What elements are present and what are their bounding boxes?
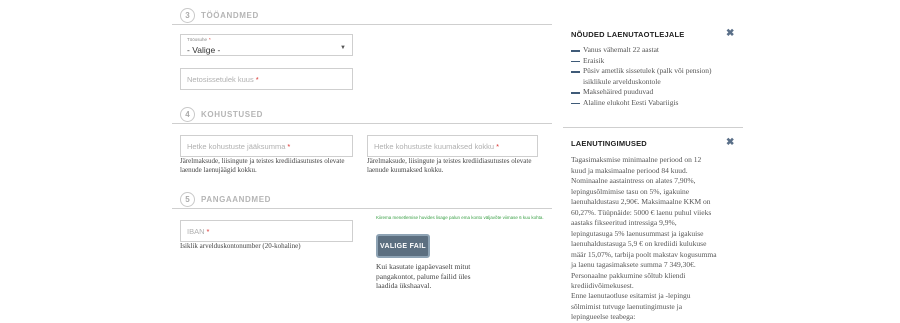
debt-balance-input[interactable]: Hetke kohustuste jääksumma * xyxy=(180,135,353,157)
section-divider xyxy=(172,208,552,209)
employment-select[interactable]: Tööosuhe * - Valige - ▼ xyxy=(180,34,353,56)
debt-balance-placeholder: Hetke kohustuste jääksumma xyxy=(187,141,286,151)
section-title: PANGAANDMED xyxy=(201,195,272,204)
upload-help: Kui kasutate igapäevaselt mitut pangakon… xyxy=(376,262,471,290)
debt-monthly-input[interactable]: Hetke kohustuste kuumaksed kokku * xyxy=(367,135,538,157)
section-employment-header: 3 TÖÖANDMED xyxy=(180,8,259,23)
net-income-input[interactable]: Netosissetulek kuus * xyxy=(180,68,353,90)
iban-placeholder: IBAN xyxy=(187,226,205,236)
list-item: Maksehäired puuduvad xyxy=(571,87,731,98)
debt-monthly-help: Järelmaksude, liisingute ja teistes kred… xyxy=(367,157,532,174)
section-number-badge: 3 xyxy=(180,8,195,23)
sidebar-divider xyxy=(563,127,743,128)
list-item: Vanus vähemalt 22 aastat xyxy=(571,45,731,56)
section-title: TÖÖANDMED xyxy=(201,11,259,20)
employment-select-label: Tööosuhe * xyxy=(187,37,211,42)
iban-input[interactable]: IBAN * xyxy=(180,220,353,242)
conditions-title: LAENUTINGIMUSED xyxy=(571,139,647,148)
requirements-title: NÕUDED LAENUTAOTLEJALE xyxy=(571,30,685,39)
list-item: Püsiv ametlik sissetulek (palk või pensi… xyxy=(571,66,731,87)
section-number-badge: 4 xyxy=(180,107,195,122)
conditions-text-2: Enne laenutaotluse esitamist ja -lepingu… xyxy=(571,291,691,321)
section-title: KOHUSTUSED xyxy=(201,110,264,119)
close-icon[interactable]: ✖ xyxy=(726,28,734,39)
section-liabilities-header: 4 KOHUSTUSED xyxy=(180,107,263,122)
employment-select-value: - Valige - xyxy=(187,45,221,55)
close-icon[interactable]: ✖ xyxy=(726,137,734,148)
chevron-down-icon: ▼ xyxy=(340,45,346,51)
net-income-placeholder: Netosissetulek kuus xyxy=(187,74,254,84)
section-number-badge: 5 xyxy=(180,192,195,207)
section-divider xyxy=(172,123,552,124)
conditions-text: Tagasimaksmise minimaalne periood on 12 … xyxy=(571,155,717,290)
choose-file-button[interactable]: VALIGE FAIL xyxy=(376,234,430,258)
section-divider xyxy=(172,24,552,25)
requirements-list: Vanus vähemalt 22 aastat Eraisik Püsiv a… xyxy=(571,45,731,108)
debt-balance-help: Järelmaksude, liisingute ja teistes kred… xyxy=(180,157,345,174)
debt-monthly-placeholder: Hetke kohustuste kuumaksed kokku xyxy=(374,141,495,151)
iban-help: Isiklik arvelduskontonumber (20-kohaline… xyxy=(180,242,301,250)
section-bank-header: 5 PANGAANDMED xyxy=(180,192,271,207)
list-item: Alaline elukoht Eesti Vabariigis xyxy=(571,98,731,109)
upload-note: Kiirema menetlemise huvides lisage palun… xyxy=(376,215,544,220)
list-item: Eraisik xyxy=(571,56,731,67)
